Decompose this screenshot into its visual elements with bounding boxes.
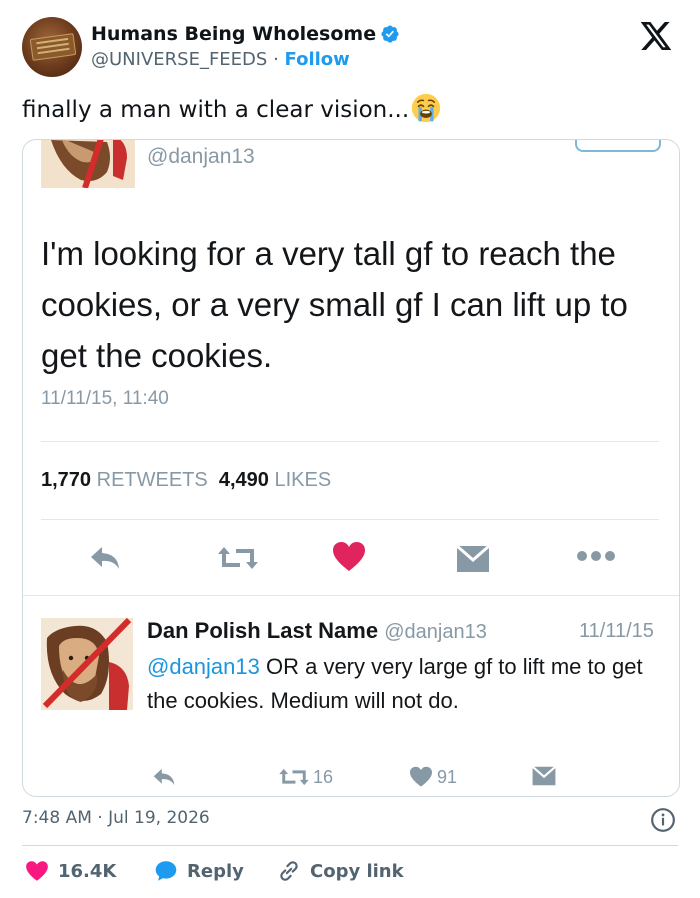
embedded-screenshot[interactable]: @danjan13 I'm looking for a very tall gf… [22, 139, 680, 797]
account-avatar[interactable] [22, 17, 82, 77]
dm-small-button[interactable] [531, 766, 557, 786]
original-avatar [41, 140, 135, 188]
like-count: 16.4K [58, 860, 117, 882]
handle-separator: · [273, 49, 279, 70]
reply-retweet-count: 16 [313, 766, 334, 787]
direct-message-icon[interactable] [456, 545, 490, 573]
account-name[interactable]: Humans Being Wholesome [91, 22, 376, 46]
reply-arrow-icon[interactable] [88, 543, 122, 573]
link-icon [280, 861, 298, 881]
tweet-timestamp[interactable]: 7:48 AM · Jul 19, 2026 [22, 808, 210, 828]
original-handle: @danjan13 [147, 145, 255, 168]
likes-label: LIKES [274, 469, 332, 491]
like-small-button[interactable]: 91 [409, 766, 457, 788]
reply-text: @danjan13 OR a very very large gf to lif… [147, 650, 667, 718]
follow-link[interactable]: Follow [285, 49, 350, 70]
original-follow-button[interactable] [575, 140, 661, 152]
retweet-icon [279, 768, 309, 786]
heart-icon [410, 766, 432, 787]
reply-button[interactable]: Reply [153, 858, 244, 884]
copy-link-button[interactable]: Copy link [276, 858, 404, 884]
original-date: 11/11/15, 11:40 [41, 388, 169, 409]
tweet-text: finally a man with a clear vision... [22, 97, 410, 123]
avatar-plaque [29, 33, 77, 61]
original-tweet-text: I'm looking for a very tall gf to reach … [41, 235, 628, 374]
footer-divider [22, 845, 678, 846]
account-handle-row: @UNIVERSE_FEEDS · Follow [91, 48, 350, 72]
speech-bubble-icon [155, 861, 177, 881]
copy-link-label: Copy link [310, 860, 404, 882]
divider [41, 441, 659, 442]
reply-author-handle: @danjan13 [384, 621, 487, 643]
like-button[interactable]: 16.4K [24, 858, 116, 884]
info-icon[interactable] [650, 807, 676, 833]
reply-small-button[interactable] [151, 766, 177, 788]
retweet-small-button[interactable]: 16 [279, 766, 333, 788]
reply-header: Dan Polish Last Name @danjan13 [147, 618, 487, 644]
reply-label: Reply [187, 860, 244, 882]
tweet-text-row: finally a man with a clear vision... [22, 93, 441, 126]
retweet-icon[interactable] [218, 543, 258, 573]
account-handle[interactable]: @UNIVERSE_FEEDS [91, 49, 267, 70]
divider [41, 519, 659, 520]
reply-date: 11/11/15 [579, 620, 654, 642]
verified-badge-icon [381, 25, 399, 43]
original-stats: 1,770 RETWEETS 4,490 LIKES [41, 469, 331, 492]
x-logo-icon[interactable] [637, 22, 675, 50]
crying-face-icon [412, 93, 441, 123]
reply-arrow-icon [153, 768, 175, 786]
heart-icon[interactable] [332, 541, 366, 573]
direct-message-icon [531, 766, 557, 786]
reply-avatar [41, 618, 133, 710]
reply-like-count: 91 [437, 766, 458, 787]
retweets-count: 1,770 [41, 469, 92, 491]
divider [23, 595, 679, 596]
reply-author-name: Dan Polish Last Name [147, 618, 379, 643]
more-options-icon[interactable] [576, 549, 616, 563]
likes-count: 4,490 [218, 469, 269, 491]
retweets-label: RETWEETS [96, 469, 208, 491]
heart-icon [26, 861, 48, 881]
reply-mention: @danjan13 [147, 654, 260, 679]
